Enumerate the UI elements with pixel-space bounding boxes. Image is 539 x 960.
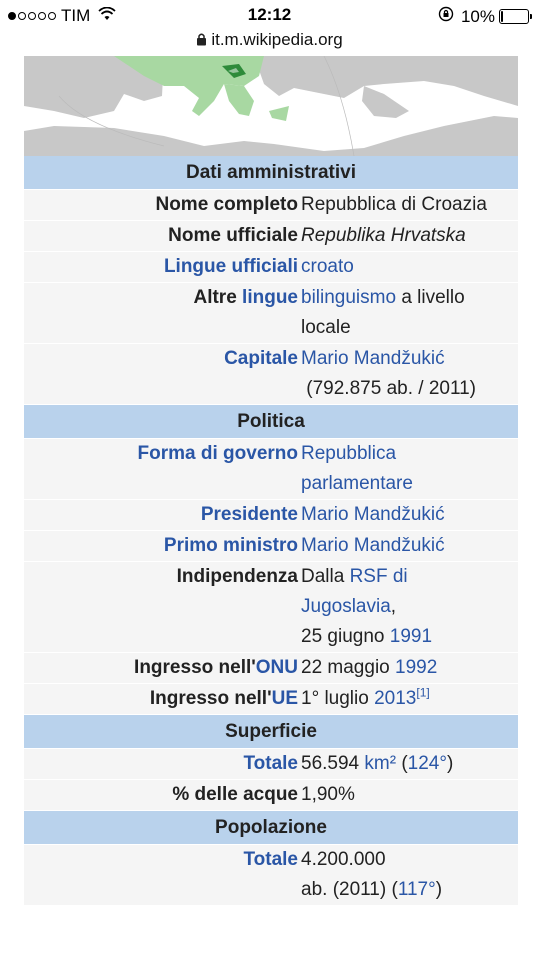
text-capitale-popolazione: (792.875 ab. / 2011)	[306, 378, 477, 399]
link-1992[interactable]: 1992	[395, 657, 437, 678]
row-primo-ministro: Primo ministro Mario Mandžukić	[24, 530, 518, 562]
row-acque: % delle acque 1,90%	[24, 779, 518, 811]
section-header-popolazione: Popolazione	[24, 810, 518, 845]
text-comma: ,	[390, 596, 397, 617]
status-right: 10%	[438, 6, 532, 27]
link-km2[interactable]: km²	[364, 753, 396, 774]
link-croato[interactable]: croato	[301, 256, 354, 277]
link-totale-superficie[interactable]: Totale	[243, 753, 298, 774]
label-nome-completo: Nome completo	[24, 189, 301, 221]
link-capitale[interactable]: Capitale	[224, 348, 298, 369]
text-a-livello: a livello	[396, 287, 465, 308]
value-acque: 1,90%	[301, 779, 518, 811]
text-locale: locale	[301, 317, 351, 338]
row-capitale: Capitale Mario Mandžukić (792.875 ab. / …	[24, 343, 518, 405]
link-onu[interactable]: ONU	[256, 657, 298, 678]
row-presidente: Presidente Mario Mandžukić	[24, 499, 518, 531]
text-popolazione: 4.200.000	[301, 849, 386, 870]
link-presidente[interactable]: Presidente	[201, 504, 298, 525]
infobox-table: Dati amministrativi Nome completo Repubb…	[24, 156, 518, 906]
text-22-maggio: 22 maggio	[301, 657, 396, 678]
text-25-giugno: 25 giugno	[301, 626, 390, 647]
section-header-dati-amministrativi: Dati amministrativi	[24, 156, 518, 190]
row-nome-completo: Nome completo Repubblica di Croazia	[24, 189, 518, 221]
lock-icon	[196, 31, 207, 51]
battery-percent: 10%	[460, 6, 495, 26]
link-117[interactable]: 117°	[398, 879, 436, 900]
section-header-superficie: Superficie	[24, 714, 518, 749]
link-forma-governo[interactable]: Forma di governo	[138, 443, 298, 464]
section-header-politica: Politica	[24, 404, 518, 439]
map-image	[24, 56, 518, 156]
link-lingue[interactable]: lingue	[242, 287, 298, 308]
text-1-luglio: 1° luglio	[301, 688, 375, 709]
text-paren-open: (	[396, 753, 408, 774]
link-jugoslavia[interactable]: Jugoslavia	[301, 596, 391, 617]
link-capitale-value[interactable]: Mario Mandžukić	[301, 348, 445, 369]
row-totale-popolazione: Totale 4.200.000 ab. (2011) (117°)	[24, 844, 518, 906]
address-bar[interactable]: it.m.wikipedia.org	[0, 30, 539, 56]
link-ue[interactable]: UE	[272, 688, 298, 709]
row-altre-lingue: Altre lingue bilinguismo a livello locale	[24, 282, 518, 344]
text-ab-2011: ab. (2011) (	[301, 879, 398, 900]
label-altre: Altre	[193, 287, 243, 308]
row-forma-governo: Forma di governo Repubblica parlamentare	[24, 438, 518, 500]
text-dalla: Dalla	[301, 566, 350, 587]
link-totale-popolazione[interactable]: Totale	[243, 849, 298, 870]
text-paren-close: )	[446, 753, 454, 774]
label-indipendenza: Indipendenza	[24, 561, 301, 653]
value-nome-ufficiale: Republika Hrvatska	[301, 220, 518, 252]
row-nome-ufficiale: Nome ufficiale Republika Hrvatska	[24, 220, 518, 252]
link-124[interactable]: 124°	[408, 753, 447, 774]
label-ingresso-nell-ue: Ingresso nell'	[149, 688, 272, 709]
label-ingresso-nell-onu: Ingresso nell'	[134, 657, 256, 678]
link-parlamentare[interactable]: parlamentare	[301, 473, 413, 494]
value-nome-completo: Repubblica di Croazia	[301, 189, 518, 221]
link-repubblica[interactable]: Repubblica	[301, 443, 396, 464]
link-primo-ministro-value[interactable]: Mario Mandžukić	[301, 535, 445, 556]
label-nome-ufficiale: Nome ufficiale	[24, 220, 301, 252]
text-paren-close-pop: )	[435, 879, 443, 900]
link-2013[interactable]: 2013	[374, 688, 416, 709]
status-bar: TIM 12:12 10%	[0, 0, 539, 30]
link-lingue-ufficiali[interactable]: Lingue ufficiali	[164, 256, 298, 277]
link-rsf-di[interactable]: RSF di	[350, 566, 408, 587]
location-map[interactable]	[24, 56, 518, 156]
link-bilinguismo[interactable]: bilinguismo	[301, 287, 396, 308]
rotation-lock-icon	[438, 6, 454, 27]
row-lingue-ufficiali: Lingue ufficiali croato	[24, 251, 518, 283]
reference-1[interactable]: [1]	[416, 686, 429, 700]
row-indipendenza: Indipendenza Dalla RSF di Jugoslavia, 25 g…	[24, 561, 518, 653]
row-ingresso-ue: Ingresso nell'UE 1° luglio 2013[1]	[24, 683, 518, 715]
row-totale-superficie: Totale 56.594 km² (124°)	[24, 748, 518, 780]
row-ingresso-onu: Ingresso nell'ONU 22 maggio 1992	[24, 652, 518, 684]
url-text: it.m.wikipedia.org	[211, 30, 343, 49]
link-primo-ministro[interactable]: Primo ministro	[164, 535, 298, 556]
link-1991[interactable]: 1991	[390, 626, 432, 647]
text-superficie: 56.594	[301, 753, 365, 774]
battery-icon	[499, 9, 532, 24]
link-presidente-value[interactable]: Mario Mandžukić	[301, 504, 445, 525]
label-acque: % delle acque	[24, 779, 301, 811]
